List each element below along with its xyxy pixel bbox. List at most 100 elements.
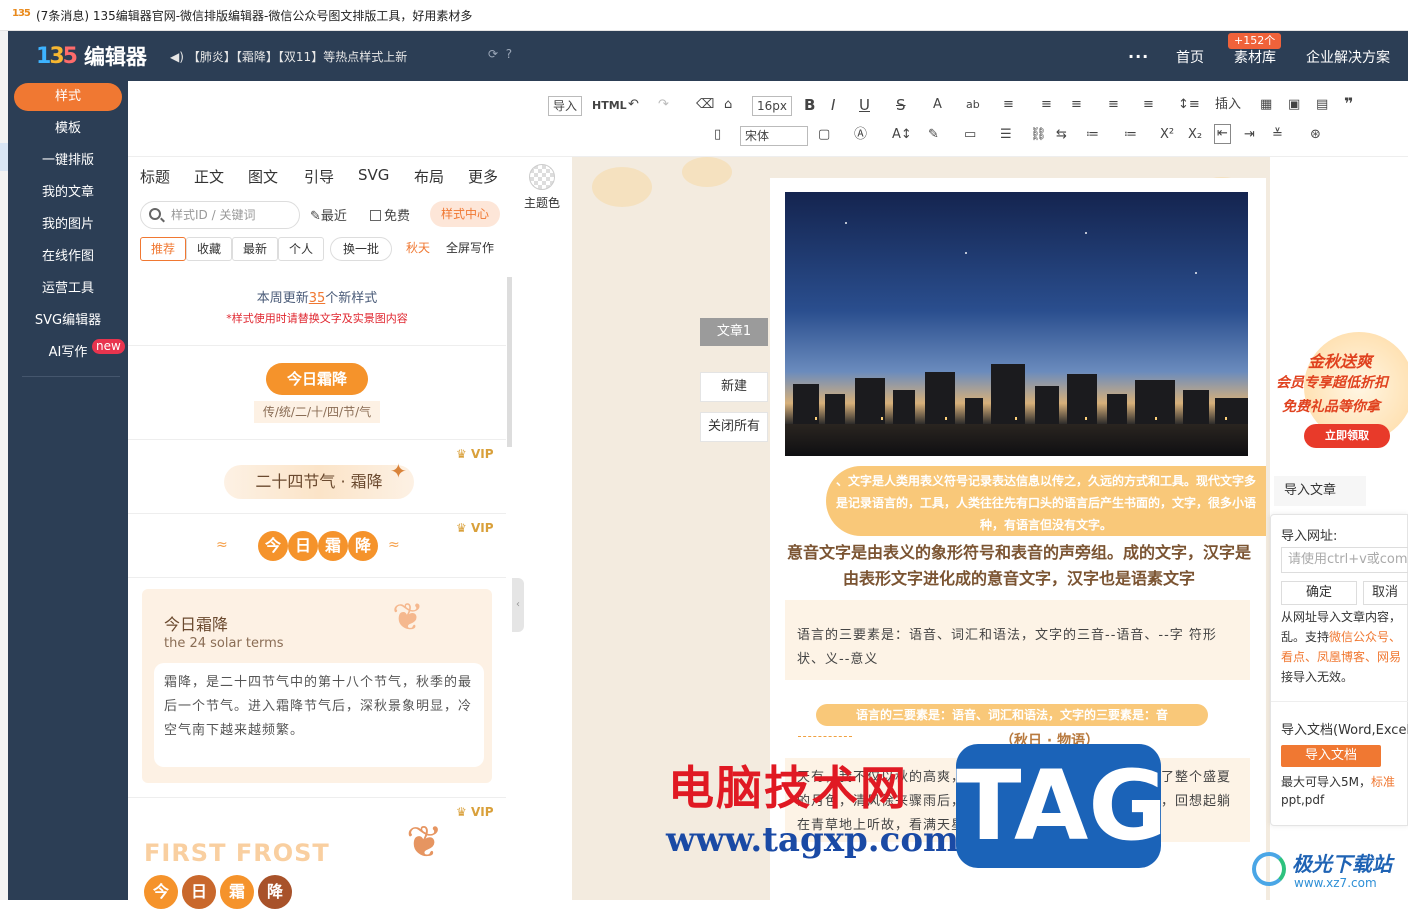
- style-search-input[interactable]: 样式ID / 关键词: [140, 201, 300, 229]
- url-input[interactable]: 请使用ctrl+v或command+v粘贴: [1281, 547, 1408, 573]
- ordered-list-icon[interactable]: ≔: [1086, 124, 1099, 146]
- close-all-button[interactable]: 关闭所有: [700, 412, 768, 442]
- category-body[interactable]: 正文: [194, 166, 224, 187]
- free-checkbox[interactable]: 免费: [370, 205, 410, 224]
- document-icon[interactable]: ▯: [714, 124, 721, 146]
- weekly-count[interactable]: 35: [309, 291, 326, 306]
- bg-color-icon[interactable]: ab: [966, 94, 980, 116]
- panel-scrollbar[interactable]: [507, 277, 512, 447]
- indent-right-icon[interactable]: ⇥: [1244, 124, 1255, 146]
- doc-tab-article1[interactable]: 文章1: [700, 318, 768, 346]
- font-size-select[interactable]: 16px: [752, 96, 792, 116]
- promo-claim-button[interactable]: 立即领取: [1304, 424, 1390, 448]
- link-icon[interactable]: ⛓: [1030, 124, 1047, 146]
- text-direction-icon[interactable]: ⇆: [1056, 124, 1067, 146]
- spacing-icon[interactable]: ≚: [1272, 124, 1283, 146]
- textbox-icon[interactable]: ▢: [818, 124, 830, 146]
- category-guide[interactable]: 引导: [304, 166, 334, 187]
- sidebar-item-my-articles[interactable]: 我的文章: [8, 179, 128, 207]
- strikethrough-button[interactable]: S: [896, 94, 906, 116]
- refresh-icon[interactable]: ⟳: [488, 47, 498, 61]
- theme-color-button[interactable]: 主题色: [512, 157, 572, 223]
- table-icon[interactable]: ▦: [1260, 94, 1272, 116]
- subtab-recommended[interactable]: 推荐: [140, 237, 186, 261]
- subtab-latest[interactable]: 最新: [232, 237, 278, 261]
- category-layout[interactable]: 布局: [414, 166, 444, 187]
- collapse-panel-icon[interactable]: ‹: [512, 578, 524, 632]
- subtab-personal[interactable]: 个人: [278, 237, 324, 261]
- align-justify-icon[interactable]: ≡: [1108, 94, 1119, 116]
- category-svg[interactable]: SVG: [358, 166, 389, 184]
- font-color-icon[interactable]: A: [933, 94, 942, 116]
- hot-notice[interactable]: ◀) 【肺炎】【霜降】【双11】等热点样式上新: [170, 48, 407, 65]
- intro-ribbon[interactable]: 、文字是人类用表义符号记录表达信息以传之，久远的方式和工具。现代文字多是记录语言…: [826, 466, 1266, 536]
- category-image-text[interactable]: 图文: [248, 166, 278, 187]
- new-doc-button[interactable]: 新建: [700, 372, 768, 402]
- redo-icon[interactable]: ↷: [658, 94, 669, 116]
- subtab-refresh[interactable]: 换一批: [330, 237, 392, 261]
- sidebar-item-ops-tools[interactable]: 运营工具: [8, 275, 128, 303]
- paragraph-icon[interactable]: ≡: [1143, 94, 1154, 116]
- confirm-button[interactable]: 确定: [1281, 581, 1357, 605]
- cancel-button[interactable]: 取消: [1363, 581, 1408, 605]
- superscript-button[interactable]: X²: [1160, 124, 1174, 146]
- list-block-icon[interactable]: ☰: [1000, 124, 1012, 146]
- unordered-list-icon[interactable]: ≔: [1124, 124, 1137, 146]
- sidebar-item-templates[interactable]: 模板: [8, 115, 128, 143]
- bold-button[interactable]: B: [804, 94, 815, 116]
- sidebar-item-online-design[interactable]: 在线作图: [8, 243, 128, 271]
- style1-subtitle: 传/统/二/十/四/节/气: [254, 401, 380, 423]
- size-note-link[interactable]: 标准: [1371, 775, 1395, 789]
- indent-left-icon[interactable]: ⇤: [1214, 124, 1231, 144]
- import-article-tab[interactable]: 导入文章: [1274, 476, 1366, 506]
- brand-logo[interactable]: 135 编辑器: [36, 41, 147, 71]
- indent-icon[interactable]: ≡: [1071, 94, 1082, 116]
- city-night-photo[interactable]: [785, 192, 1248, 456]
- import-dropdown[interactable]: 导入: [548, 96, 583, 116]
- frame-text-icon[interactable]: Ⓐ: [854, 124, 867, 146]
- search-replace-icon[interactable]: ⊛: [1310, 124, 1321, 146]
- fullscreen-writing[interactable]: 全屏写作: [442, 237, 498, 261]
- format-painter-icon[interactable]: ⌂: [724, 94, 732, 116]
- nav-enterprise[interactable]: 企业解决方案: [1306, 47, 1390, 67]
- image-icon[interactable]: ▣: [1288, 94, 1300, 116]
- category-more[interactable]: 更多: [468, 166, 498, 187]
- align-center-icon[interactable]: ≡: [1041, 94, 1052, 116]
- category-title[interactable]: 标题: [140, 166, 170, 187]
- article-ribbon-2[interactable]: 语言的三要素是：语音、词汇和语法，文字的三要素是：音: [816, 704, 1208, 726]
- subtab-autumn[interactable]: 秋天: [398, 237, 438, 261]
- eraser-icon[interactable]: ⌫: [696, 94, 714, 116]
- nav-home[interactable]: 首页: [1176, 47, 1204, 67]
- dashed-divider: [798, 736, 852, 737]
- help-icon[interactable]: ?: [506, 47, 512, 61]
- article-heading[interactable]: 意音文字是由表义的象形符号和表音的声旁组。成的文字，汉字是由表形文字进化成的意音…: [786, 540, 1252, 592]
- sidebar-item-styles[interactable]: 样式: [14, 83, 122, 111]
- font-scale-icon[interactable]: A↕: [892, 124, 912, 146]
- sidebar-item-auto-layout[interactable]: 一键排版: [8, 147, 128, 175]
- sidebar-item-my-images[interactable]: 我的图片: [8, 211, 128, 239]
- align-left-icon[interactable]: ≡: [1003, 94, 1014, 116]
- nav-materials[interactable]: 素材库: [1234, 47, 1276, 67]
- border-icon[interactable]: ▭: [964, 124, 976, 146]
- promo-banner[interactable]: 金秋送爽 会员专享超低折扣 免费礼品等你拿 立即领取: [1274, 322, 1408, 462]
- import-doc-button[interactable]: 导入文档: [1281, 745, 1381, 767]
- italic-button[interactable]: I: [831, 94, 835, 116]
- html-button[interactable]: HTML: [592, 95, 627, 117]
- quote-icon[interactable]: ❞: [1344, 93, 1353, 115]
- article-box-1[interactable]: 语言的三要素是：语音、词汇和语法，文字的三音--语音、--字 符形状、义--意义: [785, 600, 1250, 680]
- recent-filter[interactable]: ✎最近: [310, 205, 347, 224]
- magic-wand-icon[interactable]: ✎: [928, 124, 939, 146]
- style-item-4[interactable]: 今日霜降 the 24 solar terms ❦ 霜降，是二十四节气中的第十八…: [142, 589, 492, 783]
- font-family-select[interactable]: 宋体: [740, 126, 808, 146]
- line-height-icon[interactable]: ↕≡: [1178, 94, 1200, 116]
- subscript-button[interactable]: X₂: [1188, 124, 1202, 146]
- subtab-favorites[interactable]: 收藏: [186, 237, 232, 261]
- insert-dropdown[interactable]: 插入: [1215, 94, 1241, 116]
- undo-icon[interactable]: ↶: [628, 94, 639, 116]
- multi-image-icon[interactable]: ▤: [1316, 94, 1328, 116]
- underline-button[interactable]: U: [859, 94, 870, 116]
- sidebar-item-ai-writing[interactable]: AI写作 new: [8, 339, 128, 367]
- more-menu-icon[interactable]: ...: [1128, 43, 1149, 62]
- style-center-button[interactable]: 样式中心: [430, 201, 500, 227]
- sidebar-item-svg-editor[interactable]: SVG编辑器: [8, 307, 128, 335]
